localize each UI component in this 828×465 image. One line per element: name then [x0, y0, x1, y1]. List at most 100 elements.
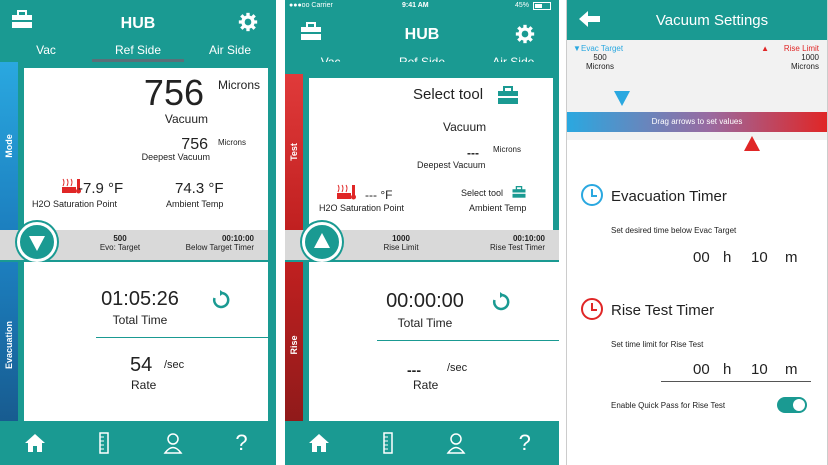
rise-limit-value: 1000 — [801, 53, 819, 62]
ambient-value: 74.3 °F — [175, 180, 224, 197]
deepest-label: Deepest Vacuum — [141, 152, 210, 162]
status-bar: ●●●oo Carrier 9:41 AM 45% — [285, 0, 559, 12]
rise-limit-drag-arrow[interactable] — [744, 136, 760, 152]
question-icon: ? — [235, 430, 248, 455]
vacuum-unit: Microns — [217, 78, 260, 92]
evac-target-value: 500 — [593, 53, 607, 62]
slider-hint: Drag arrows to set values — [651, 117, 743, 126]
home-icon — [24, 434, 45, 452]
test-side-bar: Test — [285, 74, 303, 230]
rise-limit-value: 1000 — [392, 234, 410, 243]
arrow-up-icon — [314, 233, 330, 248]
ruler-icon — [383, 432, 393, 454]
evac-hours: 00 — [693, 249, 710, 266]
settings-header: Vacuum Settings — [567, 0, 827, 40]
vac-screen-2: ●●●oo Carrier 9:41 AM 45% HUB Vac Ref Si… — [285, 0, 559, 465]
rise-timer-input[interactable]: 00 h 10 m — [661, 358, 811, 382]
question-icon: ? — [518, 430, 531, 455]
rise-side-bar: Rise — [285, 262, 303, 427]
quick-pass-toggle[interactable] — [777, 397, 807, 413]
evac-timer-title: Evacuation Timer — [611, 188, 727, 205]
tab-ref-side[interactable]: Ref Side — [92, 40, 184, 62]
settings-title: Vacuum Settings — [655, 12, 769, 29]
battery-icon — [533, 2, 551, 10]
clock-icon — [581, 184, 603, 206]
vacuum-value: 756 — [143, 72, 204, 113]
clock-icon — [581, 298, 603, 320]
evac-target-drag-arrow[interactable] — [614, 91, 630, 107]
gear-icon[interactable] — [513, 24, 537, 44]
rise-limit-label: Rise Limit — [383, 243, 419, 252]
side-label-rise: Rise — [289, 334, 299, 355]
evo-target-value: 500 — [113, 234, 127, 243]
ambient-value[interactable]: Select tool — [461, 188, 503, 198]
total-time-value: 00:00:00 — [386, 290, 464, 312]
tab-bar: Vac Ref Side Air Side — [0, 40, 276, 62]
reset-icon[interactable] — [491, 292, 511, 312]
profile-button[interactable] — [138, 421, 207, 465]
rate-label: Rate — [131, 378, 157, 392]
rate-label: Rate — [413, 378, 439, 392]
toolbox-icon[interactable] — [496, 86, 520, 106]
side-label-mode: Mode — [4, 134, 14, 158]
thermometer-water-icon — [337, 184, 356, 200]
range-slider[interactable]: Drag arrows to set values — [567, 112, 827, 132]
ruler-icon — [98, 432, 109, 454]
rise-test-timer-label: Rise Test Timer — [490, 243, 545, 252]
timer-card: 00:00:00 Total Time --- /sec Rate — [309, 262, 559, 427]
user-icon — [163, 433, 182, 454]
battery-percent: 45% — [514, 2, 529, 9]
gear-icon[interactable] — [236, 12, 260, 32]
vacuum-label: Vacuum — [164, 112, 208, 126]
vac-screen-1: HUB Vac Ref Side Air Side Mode Evacuatio… — [0, 0, 276, 465]
h2o-value: --- °F — [365, 188, 393, 202]
app-title: HUB — [120, 15, 156, 32]
total-time-value: 01:05:26 — [101, 288, 179, 310]
home-button[interactable] — [0, 421, 69, 465]
reset-icon[interactable] — [211, 290, 231, 310]
help-button[interactable]: ? — [207, 421, 276, 465]
rate-value: 54 — [130, 354, 153, 376]
arrow-down-icon — [29, 236, 45, 251]
toolbox-icon[interactable] — [511, 186, 527, 199]
rise-limit-label: Rise Limit — [783, 44, 819, 53]
ruler-button[interactable] — [354, 421, 423, 465]
rise-minutes-unit: m — [785, 361, 798, 378]
home-button[interactable] — [285, 421, 354, 465]
evac-minutes: 10 — [751, 249, 768, 266]
tab-vac[interactable]: Vac — [0, 40, 92, 62]
vacuum-value: --- — [467, 146, 479, 160]
readings-card: Select tool Vacuum --- Microns Deepest V… — [309, 78, 553, 230]
clock: 9:41 AM — [402, 2, 429, 9]
select-tool-label[interactable]: Select tool — [413, 86, 483, 103]
ruler-button[interactable] — [69, 421, 138, 465]
total-time-label: Total Time — [112, 313, 168, 327]
limit-up-button[interactable] — [302, 222, 342, 262]
rate-unit: /sec — [447, 362, 468, 374]
profile-button[interactable] — [422, 421, 491, 465]
header: HUB Vac Ref Side Air Side — [0, 0, 276, 62]
evac-timer-input[interactable]: 00 h 10 m — [661, 246, 811, 270]
tab-air-side[interactable]: Air Side — [184, 40, 276, 62]
side-label-evacuation: Evacuation — [4, 320, 14, 369]
rise-hours-unit: h — [723, 361, 732, 378]
tab-underlay — [285, 62, 559, 74]
target-down-button[interactable] — [17, 222, 57, 262]
deepest-unit: Microns — [217, 138, 246, 147]
divider — [96, 337, 268, 338]
total-time-label: Total Time — [397, 316, 453, 330]
bottom-nav: ? — [285, 421, 559, 465]
h2o-label: H2O Saturation Point — [32, 199, 118, 209]
evac-target-marker-icon: ▼ — [573, 44, 581, 53]
below-target-timer-value: 00:10:00 — [221, 234, 254, 243]
rise-minutes: 10 — [751, 361, 768, 378]
help-button[interactable]: ? — [491, 421, 560, 465]
evac-minutes-unit: m — [785, 249, 798, 266]
ambient-label: Ambient Temp — [469, 203, 527, 213]
header: ●●●oo Carrier 9:41 AM 45% HUB Vac Ref Si… — [285, 0, 559, 74]
rise-test-timer-value: 00:10:00 — [512, 234, 545, 243]
back-arrow-icon[interactable] — [579, 10, 601, 28]
carrier: ●●●oo Carrier — [289, 2, 333, 9]
bottom-nav: ? — [0, 421, 276, 465]
evac-timer-desc: Set desired time below Evac Target — [611, 226, 737, 235]
